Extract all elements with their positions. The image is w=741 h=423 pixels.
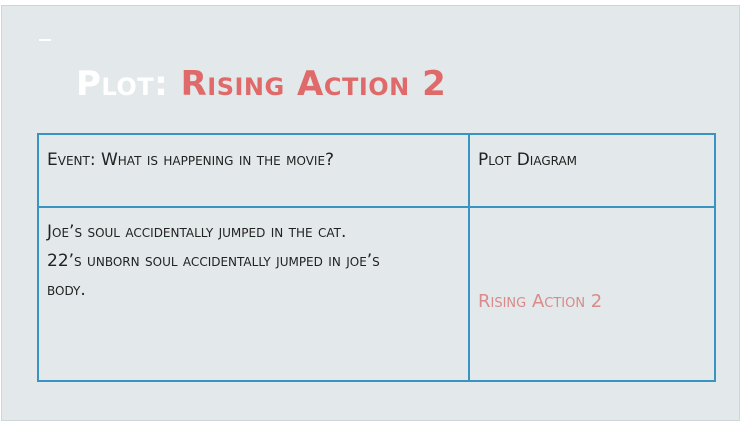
title-suffix: Rising Action 2 [180, 64, 447, 104]
title-prefix: Plot: [76, 64, 169, 104]
event-description: Joe’s soul accidentally jumped in the ca… [39, 208, 470, 380]
slide: Plot: Rising Action 2 Event: What is hap… [1, 5, 740, 421]
plot-diagram-cell: Rising Action 2 [470, 208, 714, 380]
event-line: body. [47, 280, 86, 300]
event-line: Joe’s soul accidentally jumped in the ca… [47, 222, 347, 242]
plot-table: Event: What is happening in the movie? P… [37, 133, 716, 382]
diagram-label: Rising Action 2 [478, 290, 603, 312]
header-plot-diagram: Plot Diagram [470, 135, 714, 208]
event-line: 22’s unborn soul accidentally jumped in … [47, 251, 380, 271]
header-event: Event: What is happening in the movie? [39, 135, 470, 208]
slide-title: Plot: Rising Action 2 [76, 62, 446, 106]
accent-bar [39, 39, 51, 41]
